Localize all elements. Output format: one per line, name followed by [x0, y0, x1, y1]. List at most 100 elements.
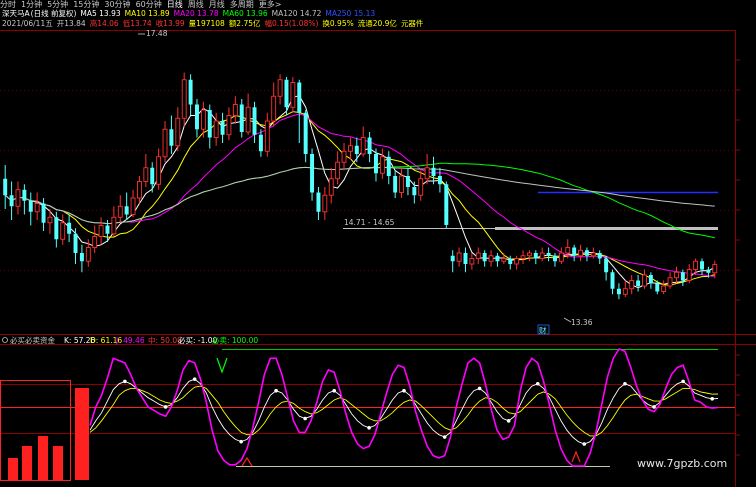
candle: [92, 225, 98, 253]
candle: [137, 176, 142, 204]
moving-averages: [4, 95, 716, 289]
candle-body-up: [290, 82, 296, 108]
indicator-settings-icon[interactable]: [2, 337, 8, 343]
candle: [546, 247, 551, 262]
candle: [399, 167, 404, 198]
candle-body-up: [514, 258, 520, 265]
candle-body-up: [469, 258, 475, 265]
candle: [60, 214, 66, 245]
candle: [686, 264, 692, 284]
candle-body-up: [520, 255, 526, 259]
candle-body-up: [565, 247, 571, 254]
candle-body-up: [360, 137, 366, 155]
buy-signal-arrow-2: [571, 450, 581, 463]
candle-body-down: [437, 176, 442, 185]
k-turn-dot: [402, 388, 406, 393]
candle: [424, 154, 430, 185]
candle: [220, 112, 225, 143]
sell-signal-arrow: [216, 357, 228, 374]
candle: [143, 154, 149, 187]
candle-body-down: [405, 176, 410, 187]
candle-body-down: [648, 275, 653, 284]
candle: [578, 244, 583, 262]
candle: [597, 250, 602, 264]
indicator-name[interactable]: 必买必卖资金: [10, 335, 55, 345]
candle-body-down: [150, 167, 155, 185]
main-gridlines: [0, 90, 735, 271]
candle-body-up: [424, 167, 430, 180]
candle-body-down: [3, 178, 8, 196]
k-turn-dot: [623, 381, 627, 386]
buy-signal-arrow: [241, 456, 253, 467]
stock-chart[interactable]: 17.48 14.71 - 14.65 13.36 财 必买必卖资金 K: 57…: [0, 0, 756, 487]
candle-body-down: [303, 112, 308, 154]
candle: [245, 93, 251, 135]
candle-body-down: [54, 217, 59, 240]
candle-body-down: [450, 255, 455, 262]
candle: [258, 129, 263, 157]
candle-body-up: [622, 288, 628, 295]
watermark: www.7gpzb.com: [637, 457, 727, 470]
candle-body-up: [47, 216, 53, 224]
candle-body-up: [526, 252, 532, 257]
candle-body-up: [328, 178, 334, 196]
candle-body-down: [610, 272, 615, 289]
candle-body-down: [354, 145, 359, 154]
high-price-label: 17.48: [146, 29, 168, 38]
k-turn-dot: [192, 377, 197, 381]
candle-body-down: [41, 203, 46, 223]
candle-body-up: [590, 252, 596, 257]
candle-body-down: [431, 167, 436, 176]
candle-body-down: [9, 195, 14, 207]
candle-body-down: [105, 225, 110, 234]
candle-body-down: [220, 121, 225, 135]
candle-body-up: [60, 222, 66, 240]
candle-body-down: [67, 222, 72, 234]
candle: [341, 143, 347, 171]
finance-marker[interactable]: 财: [539, 325, 547, 335]
candle: [604, 255, 609, 281]
low-price-pointer: [563, 317, 572, 323]
fund-bar: [53, 446, 63, 480]
candle-body-up: [245, 106, 251, 133]
candle: [354, 137, 359, 163]
candle: [328, 167, 334, 204]
candle: [335, 151, 341, 185]
candle: [539, 247, 545, 262]
candle-body-up: [213, 120, 219, 138]
candle-body-up: [111, 216, 117, 235]
candle-body-up: [162, 128, 168, 158]
candle: [444, 181, 449, 229]
candle: [195, 99, 199, 138]
candle-body-up: [661, 285, 667, 292]
candle: [22, 184, 27, 215]
candle: [175, 107, 181, 152]
candle-body-down: [252, 107, 257, 135]
candle-body-up: [629, 280, 635, 290]
candle: [495, 253, 500, 267]
candle-body-up: [137, 181, 142, 199]
candle-body-down: [584, 250, 589, 256]
candle: [469, 253, 475, 270]
candle-body-up: [130, 197, 136, 215]
low-price-label: 13.36: [571, 318, 593, 327]
candle-body-up: [181, 79, 187, 119]
candle-body-down: [316, 192, 321, 212]
candle: [450, 250, 455, 273]
candle: [322, 187, 328, 220]
candle-body-down: [533, 253, 538, 259]
candle: [514, 255, 520, 270]
candle: [188, 74, 193, 116]
candle: [264, 112, 270, 157]
candle: [386, 151, 391, 185]
candle: [226, 107, 232, 141]
candle-body-down: [258, 134, 263, 152]
candle-body-down: [495, 255, 500, 262]
candle-body-up: [143, 167, 149, 182]
candle: [616, 283, 621, 300]
candle-body-down: [572, 247, 577, 256]
candle: [418, 170, 424, 201]
candle: [572, 244, 577, 262]
candle-body-down: [188, 79, 193, 105]
candle: [629, 275, 635, 295]
